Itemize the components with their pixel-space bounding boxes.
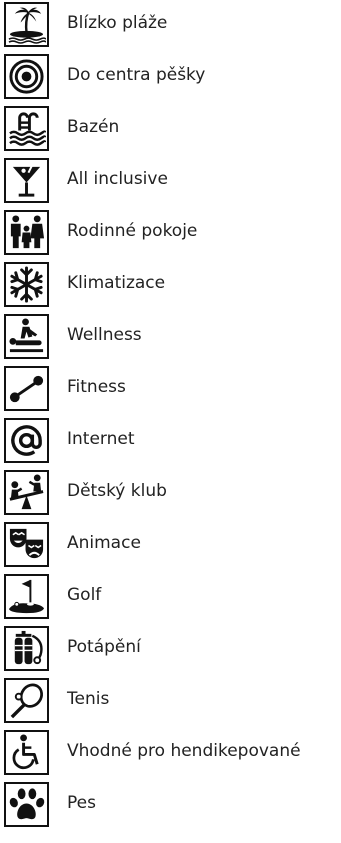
- cocktail-glass-icon: [4, 158, 49, 203]
- amenity-row-diving: Potápění: [0, 624, 341, 676]
- beach-palm-icon: [4, 2, 49, 47]
- amenity-label: Fitness: [67, 377, 126, 397]
- amenity-label: Dětský klub: [67, 481, 167, 501]
- wheelchair-icon: [4, 730, 49, 775]
- family-icon: [4, 210, 49, 255]
- amenity-label: Potápění: [67, 637, 141, 657]
- amenity-label: Golf: [67, 585, 102, 605]
- amenity-row-kids-club: Dětský klub: [0, 468, 341, 520]
- amenity-label: Wellness: [67, 325, 142, 345]
- amenity-label: Bazén: [67, 117, 120, 137]
- paw-icon: [4, 782, 49, 827]
- amenity-label: Pes: [67, 793, 96, 813]
- amenity-row-air-conditioning: Klimatizace: [0, 260, 341, 312]
- diving-tank-icon: [4, 626, 49, 671]
- seesaw-children-icon: [4, 470, 49, 515]
- amenity-label: Do centra pěšky: [67, 65, 206, 85]
- amenity-row-all-inclusive: All inclusive: [0, 156, 341, 208]
- amenity-label: All inclusive: [67, 169, 168, 189]
- amenity-row-internet: Internet: [0, 416, 341, 468]
- pool-ladder-icon: [4, 106, 49, 151]
- amenity-row-golf: Golf: [0, 572, 341, 624]
- amenity-row-animation: Animace: [0, 520, 341, 572]
- amenity-row-fitness: Fitness: [0, 364, 341, 416]
- amenity-label: Animace: [67, 533, 141, 553]
- dumbbell-icon: [4, 366, 49, 411]
- amenity-row-accessible: Vhodné pro hendikepované: [0, 728, 341, 780]
- tennis-racket-icon: [4, 678, 49, 723]
- massage-icon: [4, 314, 49, 359]
- target-icon: [4, 54, 49, 99]
- amenity-label: Vhodné pro hendikepované: [67, 741, 301, 761]
- amenity-row-tennis: Tenis: [0, 676, 341, 728]
- amenity-row-beach: Blízko pláže: [0, 0, 341, 52]
- at-sign-icon: [4, 418, 49, 463]
- snowflake-icon: [4, 262, 49, 307]
- amenity-label: Internet: [67, 429, 135, 449]
- amenity-label: Klimatizace: [67, 273, 166, 293]
- amenities-legend: Blízko pláže Do centra pěšky Bazén All i…: [0, 0, 341, 843]
- amenity-label: Tenis: [67, 689, 110, 709]
- theater-masks-icon: [4, 522, 49, 567]
- amenity-row-family-rooms: Rodinné pokoje: [0, 208, 341, 260]
- amenity-label: Rodinné pokoje: [67, 221, 198, 241]
- amenity-row-pets: Pes: [0, 780, 341, 832]
- amenity-row-wellness: Wellness: [0, 312, 341, 364]
- amenity-row-city-center: Do centra pěšky: [0, 52, 341, 104]
- amenity-row-pool: Bazén: [0, 104, 341, 156]
- golf-flag-icon: [4, 574, 49, 619]
- amenity-label: Blízko pláže: [67, 13, 168, 33]
